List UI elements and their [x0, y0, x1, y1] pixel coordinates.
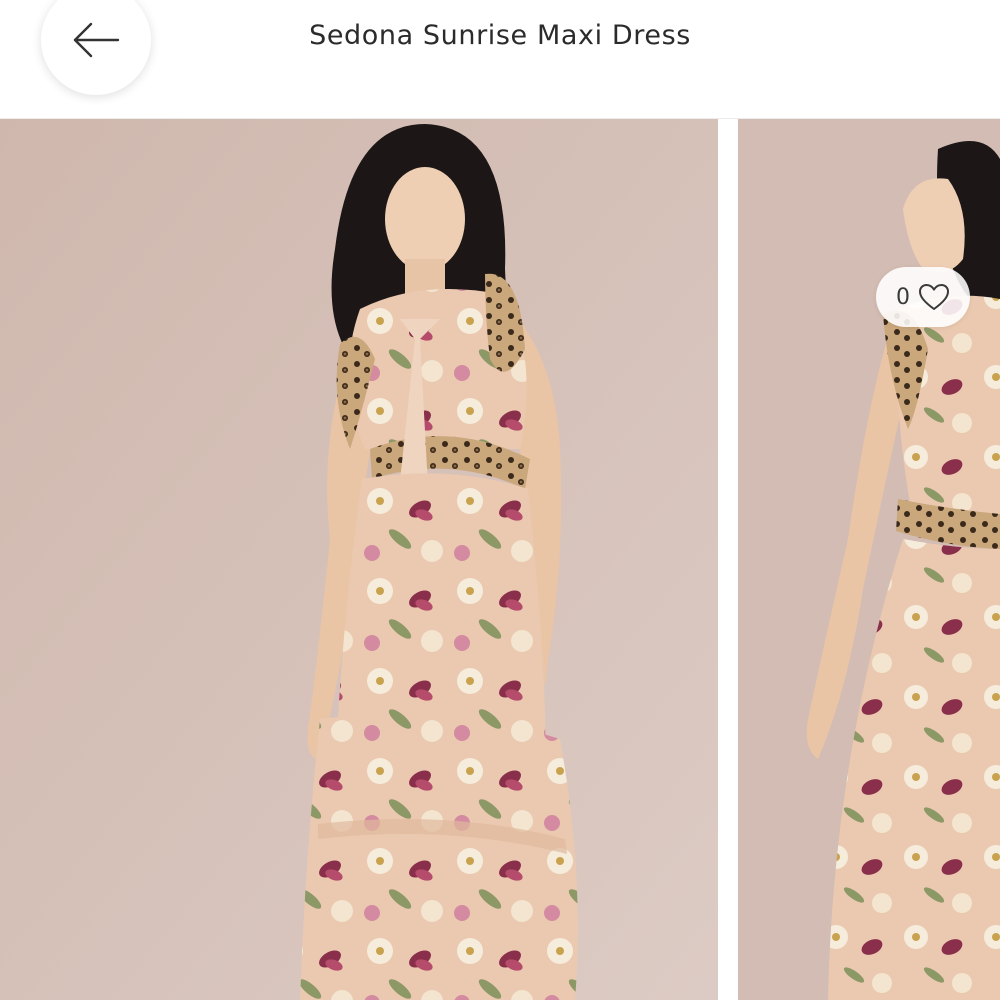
product-image-front[interactable] — [0, 119, 718, 1000]
product-image-carousel[interactable]: 0 — [0, 119, 1000, 1000]
product-detail-screen: Sedona Sunrise Maxi Dress 0 — [0, 0, 1000, 1000]
page-title: Sedona Sunrise Maxi Dress — [309, 20, 691, 51]
heart-outline-icon — [919, 284, 949, 310]
top-bar: Sedona Sunrise Maxi Dress — [0, 0, 1000, 119]
favorite-count: 0 — [896, 284, 910, 310]
favorite-button[interactable]: 0 — [876, 267, 970, 327]
product-image-side[interactable] — [738, 119, 1000, 1000]
